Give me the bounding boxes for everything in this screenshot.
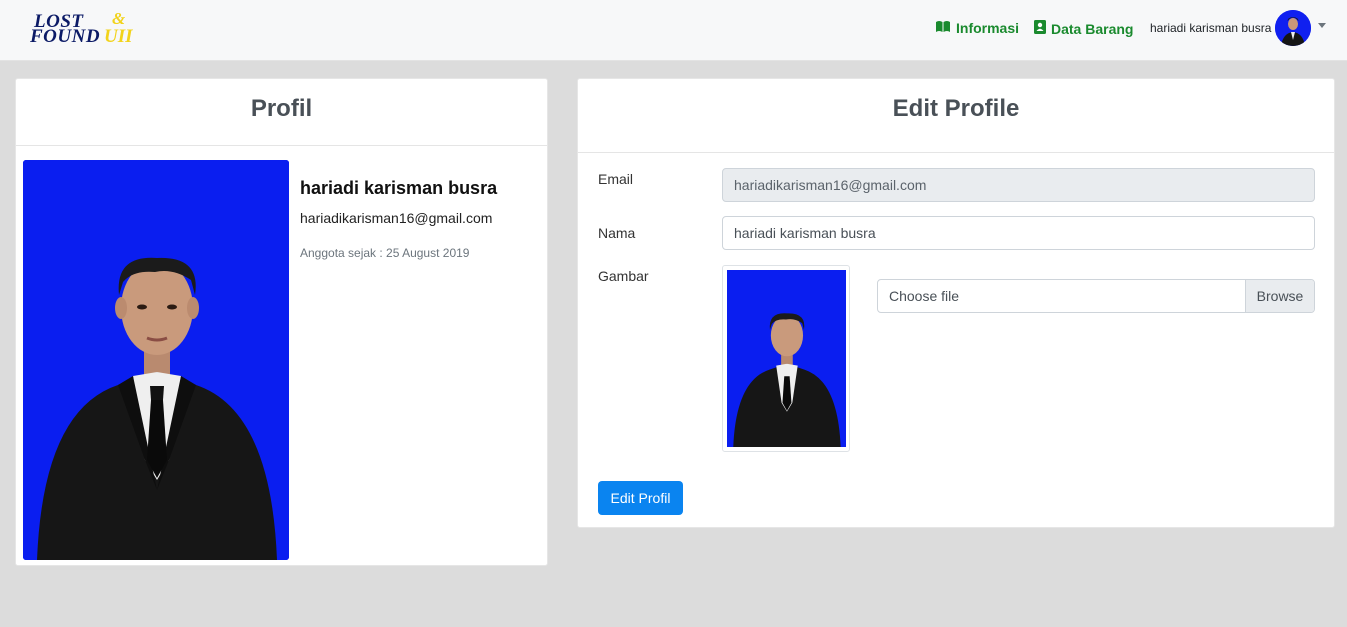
profile-name: hariadi karisman busra — [300, 178, 498, 198]
email-label: Email — [598, 171, 634, 187]
divider — [578, 152, 1334, 153]
logo-text-found: FOUND — [30, 26, 101, 47]
edit-profile-button[interactable]: Edit Profil — [598, 481, 683, 515]
nav-link-data-barang[interactable]: Data Barang — [1034, 20, 1133, 37]
avatar[interactable] — [1275, 10, 1311, 46]
browse-button[interactable]: Browse — [1245, 280, 1314, 312]
profile-photo-thumbnail — [727, 270, 846, 447]
profile-card: Profil hariadi karisman busra hariadikar… — [15, 78, 548, 566]
divider — [16, 145, 547, 146]
user-name[interactable]: hariadi karisman busra — [1150, 21, 1271, 35]
name-label: Nama — [598, 225, 636, 241]
chevron-down-icon[interactable] — [1318, 23, 1326, 28]
image-label: Gambar — [598, 268, 649, 284]
nav-link-label: Informasi — [956, 20, 1020, 36]
book-icon — [935, 20, 951, 36]
edit-profile-card: Edit Profile Email hariadikarisman16@gma… — [577, 78, 1335, 528]
logo-text-uii: UII — [104, 26, 133, 47]
email-field[interactable]: hariadikarisman16@gmail.com — [722, 168, 1315, 202]
nav-link-informasi[interactable]: Informasi — [935, 20, 1019, 36]
top-navbar: LOST & FOUND UII Informasi Data Barang h… — [0, 0, 1347, 61]
contact-book-icon — [1034, 20, 1046, 37]
file-upload-input[interactable]: Choose file Browse — [877, 279, 1315, 313]
edit-profile-title: Edit Profile — [892, 95, 1020, 122]
member-since: Anggota sejak : 25 August 2019 — [300, 246, 470, 260]
image-preview — [722, 265, 850, 452]
profile-email: hariadikarisman16@gmail.com — [300, 210, 493, 226]
profile-card-title: Profil — [250, 95, 313, 122]
file-placeholder: Choose file — [889, 288, 960, 304]
nav-link-label: Data Barang — [1051, 20, 1134, 37]
profile-photo — [23, 160, 289, 560]
brand-logo[interactable]: LOST & FOUND UII — [30, 9, 140, 49]
name-field[interactable]: hariadi karisman busra — [722, 216, 1315, 250]
